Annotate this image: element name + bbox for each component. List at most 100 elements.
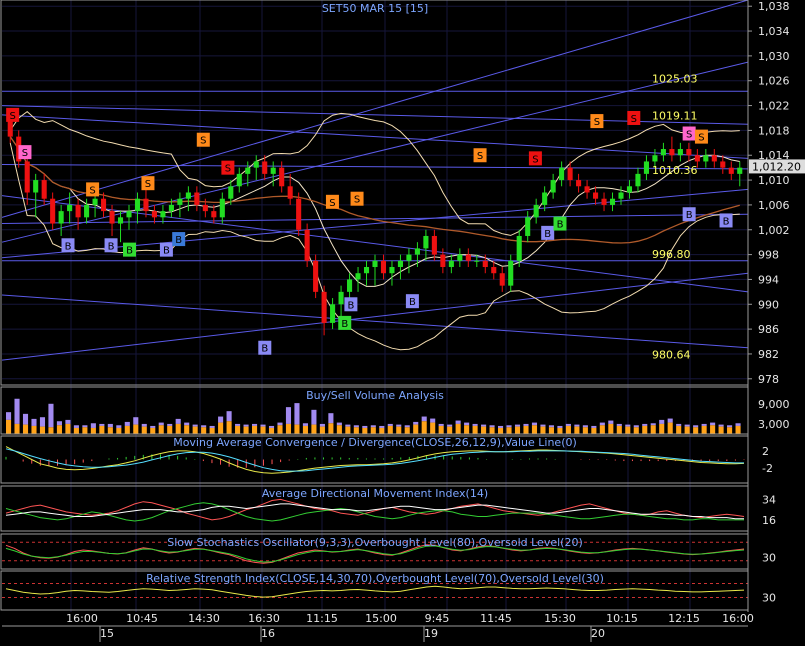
signal-letter: S [200, 136, 206, 147]
candle-body [355, 273, 361, 280]
signal-letter: B [261, 344, 268, 355]
volume-sell-part [311, 409, 317, 425]
volume-bar [277, 422, 283, 434]
sell-signal: S [6, 107, 20, 122]
volume-buy-part [302, 425, 308, 434]
volume-bar [319, 423, 325, 434]
volume-sell-part [548, 425, 554, 428]
volume-bar [252, 423, 258, 434]
volume-sell-part [370, 425, 376, 428]
price-tick-label: 1,030 [758, 50, 790, 63]
volume-bar [379, 425, 385, 434]
candle-body [609, 198, 616, 205]
volume-buy-part [727, 427, 733, 434]
candle-body [84, 204, 90, 218]
candle-body [321, 291, 327, 323]
volume-bar [396, 424, 402, 434]
volume-buy-part [252, 425, 258, 434]
date-label: 20 [591, 627, 605, 640]
candle-body [465, 254, 471, 261]
volume-bar [370, 425, 376, 434]
chart-window: SSBSBBSBBSSBSBBSBSSBBSSSSBB SET50 MAR 15… [0, 0, 805, 642]
price-tick-label: 1,010 [758, 174, 790, 187]
volume-sell-part [659, 419, 665, 424]
volume-buy-part [150, 427, 156, 434]
signal-letter: S [354, 195, 360, 206]
volume-sell-part [285, 407, 292, 424]
volume-sell-part [209, 425, 215, 428]
volume-buy-part [99, 425, 105, 434]
volume-sell-part [175, 418, 181, 424]
candle-body [287, 186, 293, 199]
time-label: 15:00 [365, 612, 397, 625]
volume-bar [701, 423, 707, 434]
time-label: 14:30 [188, 612, 220, 625]
candle-body [270, 167, 276, 174]
volume-buy-part [328, 423, 334, 434]
volume-sell-part [56, 421, 62, 426]
volume-bar [133, 417, 139, 434]
volume-bar [540, 424, 546, 434]
volume-sell-part [243, 424, 249, 427]
volume-bar [693, 425, 699, 434]
volume-buy-part [192, 426, 198, 434]
volume-bar [124, 421, 130, 434]
candle-body [389, 267, 395, 274]
volume-bar [447, 424, 453, 434]
candle-body [253, 161, 259, 168]
sell-signal: S [350, 191, 364, 206]
candle-body [194, 192, 200, 205]
volume-bar [667, 418, 673, 434]
volume-buy-part [633, 427, 639, 434]
volume-buy-part [599, 425, 605, 434]
volume-sell-part [277, 422, 283, 426]
volume-bar [82, 425, 88, 434]
candle-body [117, 217, 124, 224]
buy-signal: B [159, 242, 173, 257]
volume-bar [710, 422, 716, 434]
volume-buy-part [514, 426, 521, 434]
candle-body [211, 211, 217, 218]
volume-bar [345, 424, 351, 434]
volume-buy-part [14, 423, 20, 434]
signal-letter: S [686, 130, 692, 141]
price-tick-label: 1,018 [758, 124, 790, 137]
volume-buy-part [506, 427, 512, 434]
candle-body [652, 155, 658, 162]
candle-body [720, 161, 726, 168]
sell-signal: S [141, 176, 155, 191]
volume-bar [582, 425, 588, 434]
candle-body [75, 204, 81, 218]
volume-sell-part [218, 416, 224, 423]
volume-buy-part [531, 425, 538, 434]
adx-tick-label: 34 [762, 493, 776, 506]
volume-sell-part [514, 424, 521, 427]
volume-sell-part [523, 423, 529, 426]
signal-letter: S [329, 198, 335, 209]
volume-buy-part [107, 427, 113, 434]
volume-sell-part [201, 425, 207, 428]
candle-body [635, 173, 641, 187]
volume-sell-part [701, 423, 707, 426]
volume-sell-part [192, 424, 198, 427]
volume-bar [14, 398, 20, 434]
signal-letter: B [409, 297, 416, 308]
candle-down [304, 223, 310, 268]
candle-body [737, 167, 743, 174]
candle-body [228, 186, 234, 199]
volume-buy-part [285, 423, 292, 434]
volume-sell-part [133, 417, 139, 425]
volume-sell-part [565, 423, 571, 426]
candle-body [626, 186, 633, 193]
volume-bar [735, 423, 741, 434]
buy-signal: B [553, 216, 567, 231]
sell-signal: S [528, 151, 542, 166]
volume-buy-part [65, 423, 71, 434]
volume-sell-part [531, 422, 538, 426]
volume-sell-part [99, 423, 105, 426]
volume-bar [175, 418, 181, 434]
volume-bar [328, 413, 334, 434]
volume-sell-part [650, 423, 656, 426]
candle-body [372, 260, 378, 268]
volume-bar [294, 403, 300, 434]
